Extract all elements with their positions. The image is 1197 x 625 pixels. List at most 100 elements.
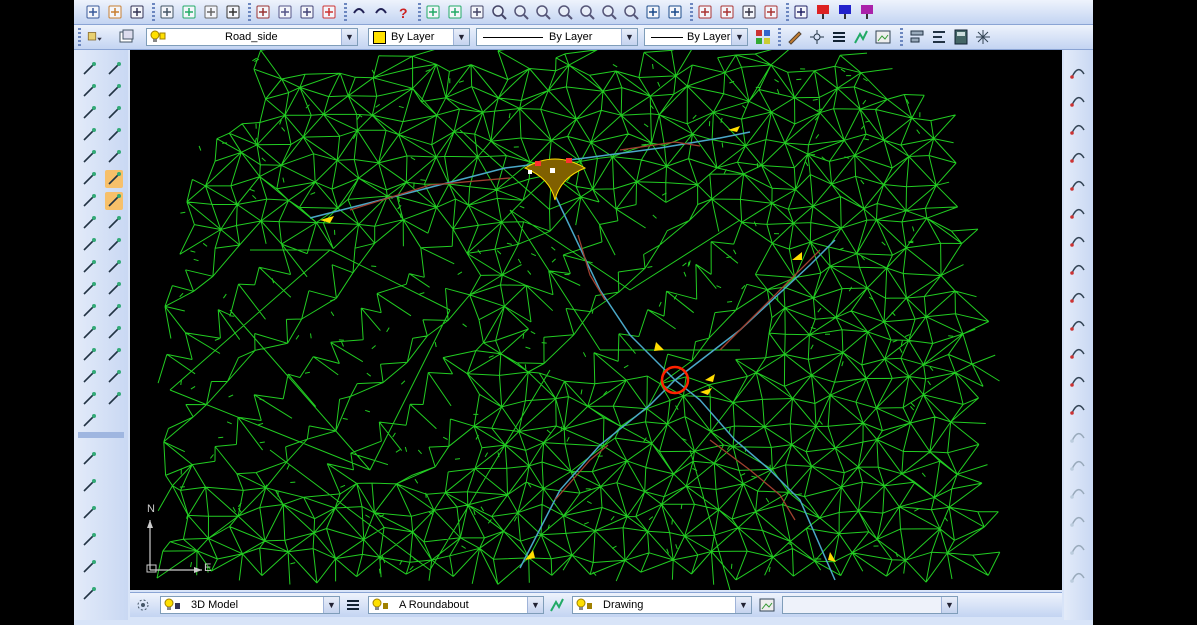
zoom-out-icon[interactable] [578, 3, 596, 21]
grade-icon[interactable] [1069, 286, 1087, 304]
chevron-down-icon[interactable]: ▼ [453, 29, 469, 45]
layer-filter-combo[interactable]: A Roundabout ▼ [368, 596, 544, 614]
slope-icon[interactable] [1069, 230, 1087, 248]
break-icon[interactable] [105, 148, 123, 166]
node-icon[interactable] [105, 324, 123, 342]
move-icon[interactable] [80, 82, 98, 100]
region-icon[interactable] [80, 302, 98, 320]
pan-icon[interactable] [158, 3, 176, 21]
explode-icon[interactable] [974, 28, 992, 46]
light-icon[interactable] [80, 390, 98, 408]
layer-previous-icon[interactable] [118, 28, 136, 46]
extend-icon[interactable] [80, 214, 98, 232]
line-tool-icon[interactable] [1069, 62, 1087, 80]
copy-layer-icon[interactable] [792, 3, 810, 21]
drawing-canvas[interactable]: N E [130, 50, 1062, 590]
ellipse-icon[interactable] [80, 585, 98, 603]
pan-realtime-icon[interactable] [468, 3, 486, 21]
lines-icon[interactable] [830, 28, 848, 46]
align-icon[interactable] [105, 82, 123, 100]
zoom-window-icon[interactable] [512, 3, 530, 21]
book-icon[interactable] [952, 28, 970, 46]
chevron-down-icon[interactable]: ▼ [527, 597, 543, 613]
insertion-icon[interactable] [105, 346, 123, 364]
draw-arc-icon[interactable] [105, 192, 123, 210]
chevron-down-icon[interactable]: ▼ [735, 597, 751, 613]
line-icon[interactable] [80, 60, 98, 78]
color-combo[interactable]: By Layer ▼ [368, 28, 470, 46]
copy-icon[interactable] [276, 3, 294, 21]
preview-icon[interactable] [202, 3, 220, 21]
flag-blue-icon[interactable] [836, 3, 854, 21]
copy-object-icon[interactable] [80, 104, 98, 122]
wave4-icon[interactable] [1069, 566, 1087, 584]
toolbar-grip[interactable] [248, 3, 251, 21]
stretch-icon[interactable] [105, 126, 123, 144]
paste-icon[interactable] [298, 3, 316, 21]
image-icon[interactable] [758, 596, 776, 614]
layout-icon[interactable] [718, 3, 736, 21]
dim-icon[interactable] [1069, 370, 1087, 388]
offset-icon[interactable] [80, 148, 98, 166]
layer-state-icon[interactable] [696, 3, 714, 21]
lineweight-combo[interactable]: By Layer ▼ [644, 28, 748, 46]
toolbar-grip[interactable] [690, 3, 693, 21]
distribute-icon[interactable] [930, 28, 948, 46]
chevron-down-icon[interactable]: ▼ [323, 597, 339, 613]
curve-tool-icon[interactable] [1069, 118, 1087, 136]
circle-icon[interactable] [80, 558, 98, 576]
spline-icon[interactable] [80, 280, 98, 298]
toolbar-grip[interactable] [786, 3, 789, 21]
drawing-combo[interactable]: Drawing ▼ [572, 596, 752, 614]
chevron-down-icon[interactable]: ▼ [621, 29, 637, 45]
linetype-combo[interactable]: By Layer ▼ [476, 28, 638, 46]
toolbar-grip[interactable] [418, 3, 421, 21]
note-icon[interactable] [1069, 342, 1087, 360]
redo-icon[interactable] [372, 3, 390, 21]
perpendicular-icon[interactable] [105, 236, 123, 254]
center-icon[interactable] [105, 280, 123, 298]
explode-icon[interactable] [105, 214, 123, 232]
zoom-in-icon[interactable] [556, 3, 574, 21]
zoom-previous-icon[interactable] [534, 3, 552, 21]
arrow-tool-icon[interactable] [1069, 90, 1087, 108]
section-icon[interactable] [1069, 454, 1087, 472]
draw-line-icon[interactable] [105, 170, 123, 188]
align-icon[interactable] [908, 28, 926, 46]
circle-snap-icon[interactable] [105, 302, 123, 320]
arc-icon[interactable] [80, 531, 98, 549]
magnet-icon[interactable] [105, 390, 123, 408]
sign-icon[interactable] [80, 412, 98, 430]
new-icon[interactable] [84, 3, 102, 21]
view-icon[interactable] [644, 3, 662, 21]
zoom-extents-icon[interactable] [600, 3, 618, 21]
bend-icon[interactable] [1069, 202, 1087, 220]
display-icon[interactable] [740, 3, 758, 21]
plot-style-icon[interactable] [754, 28, 772, 46]
chevron-down-icon[interactable]: ▼ [941, 597, 957, 613]
wave3-icon[interactable] [1069, 538, 1087, 556]
zoom-realtime-icon[interactable] [490, 3, 508, 21]
dimension-icon[interactable] [852, 28, 870, 46]
toolbar-grip[interactable] [778, 28, 781, 46]
open-icon[interactable] [106, 3, 124, 21]
pipe-icon[interactable] [80, 368, 98, 386]
layer-combo[interactable]: Road_side ▼ [146, 28, 358, 46]
rectangle-icon[interactable] [80, 170, 98, 188]
ucs-combo[interactable]: 3D Model ▼ [160, 596, 340, 614]
help-icon[interactable]: ? [394, 3, 412, 21]
wave-icon[interactable] [1069, 482, 1087, 500]
tangent-icon[interactable] [105, 258, 123, 276]
chevron-down-icon[interactable]: ▼ [341, 29, 357, 45]
undo-icon[interactable] [350, 3, 368, 21]
trim-icon[interactable] [80, 192, 98, 210]
draw-line-icon[interactable] [80, 450, 98, 468]
toolbar-grip[interactable] [152, 3, 155, 21]
render-icon[interactable] [762, 3, 780, 21]
pointer-icon[interactable] [105, 60, 123, 78]
plot-icon[interactable] [224, 3, 242, 21]
flag-purple-icon[interactable] [858, 3, 876, 21]
marker-icon[interactable] [1069, 314, 1087, 332]
wave2-icon[interactable] [1069, 510, 1087, 528]
triangle-icon[interactable] [80, 236, 98, 254]
